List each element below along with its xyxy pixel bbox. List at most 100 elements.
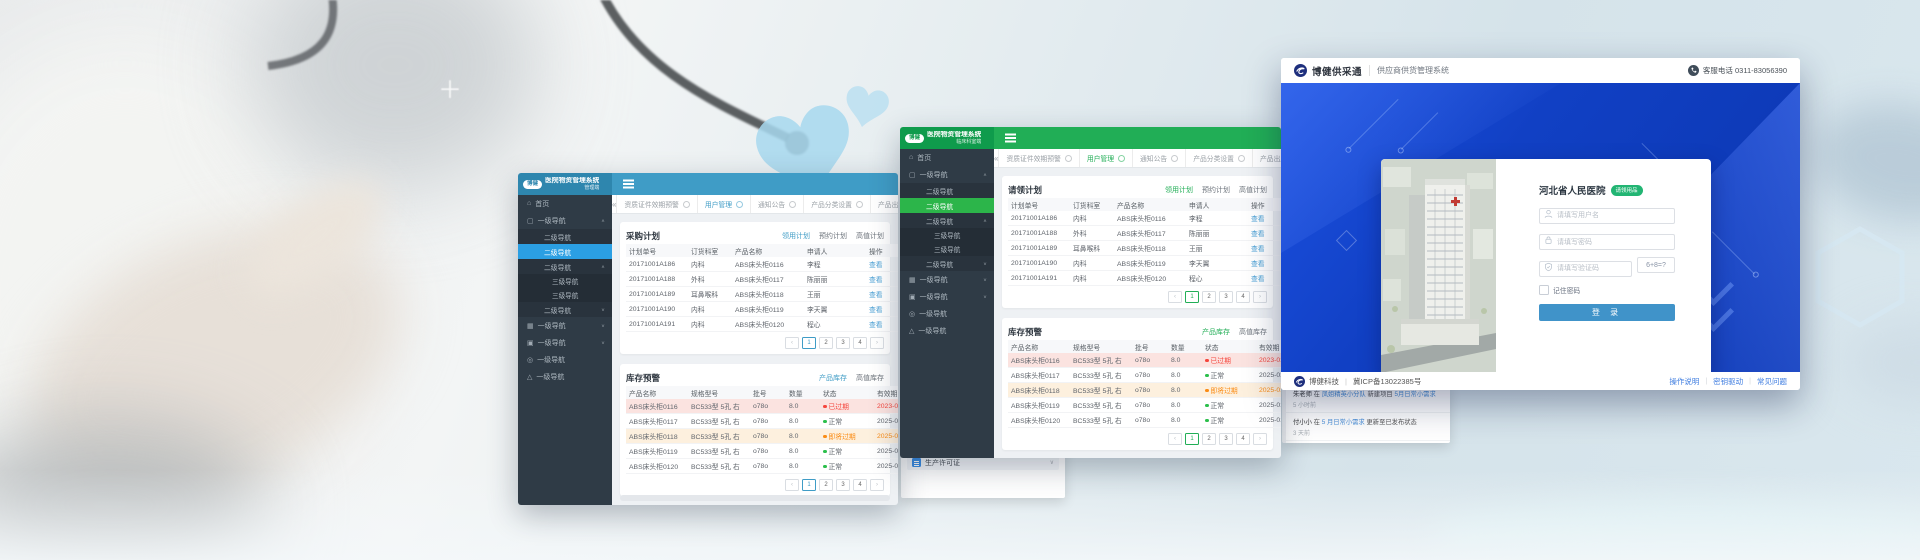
page-button[interactable]: 3 bbox=[836, 337, 850, 349]
sidebar-item-首页[interactable]: ⌂首页 bbox=[518, 195, 612, 212]
tab-close-icon[interactable] bbox=[683, 201, 690, 208]
footer-link-常见问题[interactable]: 常见问题 bbox=[1757, 376, 1787, 387]
sidebar-item-二级导航[interactable]: 二级导航∨ bbox=[518, 302, 612, 317]
footer-link-密钥驱动[interactable]: 密钥驱动 bbox=[1713, 376, 1743, 387]
password-input[interactable] bbox=[1539, 234, 1675, 250]
captcha-question[interactable]: 6+8=? bbox=[1637, 257, 1675, 273]
sidebar-item-三级导航[interactable]: 三级导航 bbox=[518, 274, 612, 288]
sidebar-item-三级导航[interactable]: 三级导航 bbox=[900, 228, 994, 242]
chevron-down-icon[interactable]: ∨ bbox=[1050, 459, 1054, 466]
tab-产品分类设置[interactable]: 产品分类设置 bbox=[804, 195, 871, 213]
tab-close-icon[interactable] bbox=[789, 201, 796, 208]
sidebar-item-一级导航[interactable]: ▢一级导航∧ bbox=[518, 212, 612, 229]
sidebar-item-一级导航[interactable]: ◎一级导航 bbox=[518, 351, 612, 368]
page-button[interactable]: 1 bbox=[802, 479, 816, 491]
login-button[interactable]: 登 录 bbox=[1539, 304, 1675, 321]
prev-page-button[interactable]: ‹ bbox=[1168, 291, 1182, 303]
sidebar-item-三级导航[interactable]: 三级导航 bbox=[900, 242, 994, 256]
sidebar-item-一级导航[interactable]: ▣一级导航∨ bbox=[518, 334, 612, 351]
page-button[interactable]: 2 bbox=[1202, 433, 1216, 445]
section-link-高值计划[interactable]: 高值计划 bbox=[1239, 185, 1267, 195]
sidebar-item-一级导航[interactable]: ◎一级导航 bbox=[900, 305, 994, 322]
next-page-button[interactable]: › bbox=[870, 479, 884, 491]
prev-page-button[interactable]: ‹ bbox=[1168, 433, 1182, 445]
feed-link[interactable]: 5月日常小需求 bbox=[1394, 391, 1435, 398]
sidebar-item-一级导航[interactable]: ▦一级导航∨ bbox=[518, 317, 612, 334]
view-link[interactable]: 查看 bbox=[869, 307, 883, 314]
tab-产品出库[interactable]: 产品出库 bbox=[1253, 149, 1281, 167]
view-link[interactable]: 查看 bbox=[869, 292, 883, 299]
page-button[interactable]: 2 bbox=[819, 337, 833, 349]
sidebar-item-首页[interactable]: ⌂首页 bbox=[900, 149, 994, 166]
page-button[interactable]: 1 bbox=[1185, 433, 1199, 445]
section-link-高值库存[interactable]: 高值库存 bbox=[856, 373, 884, 383]
view-link[interactable]: 查看 bbox=[869, 322, 883, 329]
section-link-领用计划[interactable]: 领用计划 bbox=[782, 231, 810, 241]
section-link-高值库存[interactable]: 高值库存 bbox=[1239, 327, 1267, 337]
page-button[interactable]: 2 bbox=[1202, 291, 1216, 303]
section-link-产品库存[interactable]: 产品库存 bbox=[1202, 327, 1230, 337]
view-link[interactable]: 查看 bbox=[1251, 231, 1265, 238]
view-link[interactable]: 查看 bbox=[1251, 261, 1265, 268]
section-link-领用计划[interactable]: 领用计划 bbox=[1165, 185, 1193, 195]
page-button[interactable]: 1 bbox=[802, 337, 816, 349]
view-link[interactable]: 查看 bbox=[1251, 276, 1265, 283]
tab-close-icon[interactable] bbox=[1118, 155, 1125, 162]
view-link[interactable]: 查看 bbox=[1251, 246, 1265, 253]
tab-close-icon[interactable] bbox=[1065, 155, 1072, 162]
tab-产品出库[interactable]: 产品出库 bbox=[871, 195, 898, 213]
page-button[interactable]: 3 bbox=[836, 479, 850, 491]
sidebar-item-一级导航[interactable]: ▣一级导航∨ bbox=[900, 288, 994, 305]
page-button[interactable]: 2 bbox=[819, 479, 833, 491]
section-link-预约计划[interactable]: 预约计划 bbox=[819, 231, 847, 241]
feed-link[interactable]: 5 月日常小需求 bbox=[1322, 419, 1365, 426]
next-page-button[interactable]: › bbox=[1253, 433, 1267, 445]
page-button[interactable]: 3 bbox=[1219, 291, 1233, 303]
page-button[interactable]: 4 bbox=[853, 337, 867, 349]
section-link-预约计划[interactable]: 预约计划 bbox=[1202, 185, 1230, 195]
sidebar-item-二级导航[interactable]: 二级导航 bbox=[518, 244, 612, 259]
page-button[interactable]: 4 bbox=[1236, 291, 1250, 303]
menu-toggle-icon[interactable] bbox=[623, 183, 634, 185]
view-link[interactable]: 查看 bbox=[1251, 216, 1265, 223]
sidebar-item-一级导航[interactable]: ▦一级导航∨ bbox=[900, 271, 994, 288]
sidebar-item-一级导航[interactable]: ▢一级导航∧ bbox=[900, 166, 994, 183]
feed-link[interactable]: 凤姐精英小分队 bbox=[1322, 391, 1366, 398]
sidebar-item-一级导航[interactable]: △一级导航 bbox=[900, 322, 994, 339]
tab-产品分类设置[interactable]: 产品分类设置 bbox=[1186, 149, 1253, 167]
menu-toggle-icon[interactable] bbox=[1005, 137, 1016, 139]
tab-close-icon[interactable] bbox=[1238, 155, 1245, 162]
sidebar-item-二级导航[interactable]: 二级导航 bbox=[900, 183, 994, 198]
tab-close-icon[interactable] bbox=[1171, 155, 1178, 162]
tab-用户管理[interactable]: 用户管理 bbox=[1080, 149, 1133, 167]
tab-资质证件效期预警[interactable]: 资质证件效期预警 bbox=[999, 149, 1079, 167]
tab-用户管理[interactable]: 用户管理 bbox=[698, 195, 751, 213]
section-link-高值计划[interactable]: 高值计划 bbox=[856, 231, 884, 241]
horizontal-scrollbar[interactable] bbox=[620, 495, 890, 501]
remember-checkbox[interactable] bbox=[1539, 285, 1549, 295]
username-input[interactable] bbox=[1539, 208, 1675, 224]
tab-close-icon[interactable] bbox=[856, 201, 863, 208]
tab-close-icon[interactable] bbox=[736, 201, 743, 208]
sidebar-item-二级导航[interactable]: 二级导航 bbox=[900, 198, 994, 213]
page-button[interactable]: 4 bbox=[853, 479, 867, 491]
sidebar-item-二级导航[interactable]: 二级导航∧ bbox=[518, 259, 612, 274]
page-button[interactable]: 3 bbox=[1219, 433, 1233, 445]
page-button[interactable]: 1 bbox=[1185, 291, 1199, 303]
sidebar-item-三级导航[interactable]: 三级导航 bbox=[518, 288, 612, 302]
section-link-产品库存[interactable]: 产品库存 bbox=[819, 373, 847, 383]
view-link[interactable]: 查看 bbox=[869, 277, 883, 284]
prev-page-button[interactable]: ‹ bbox=[785, 479, 799, 491]
tab-资质证件效期预警[interactable]: 资质证件效期预警 bbox=[617, 195, 697, 213]
footer-link-操作说明[interactable]: 操作说明 bbox=[1669, 376, 1699, 387]
next-page-button[interactable]: › bbox=[870, 337, 884, 349]
sidebar-item-二级导航[interactable]: 二级导航∨ bbox=[900, 256, 994, 271]
view-link[interactable]: 查看 bbox=[869, 262, 883, 269]
page-button[interactable]: 4 bbox=[1236, 433, 1250, 445]
next-page-button[interactable]: › bbox=[1253, 291, 1267, 303]
sidebar-item-二级导航[interactable]: 二级导航 bbox=[518, 229, 612, 244]
sidebar-item-二级导航[interactable]: 二级导航∧ bbox=[900, 213, 994, 228]
sidebar-item-一级导航[interactable]: △一级导航 bbox=[518, 368, 612, 385]
prev-page-button[interactable]: ‹ bbox=[785, 337, 799, 349]
tab-通知公告[interactable]: 通知公告 bbox=[751, 195, 804, 213]
